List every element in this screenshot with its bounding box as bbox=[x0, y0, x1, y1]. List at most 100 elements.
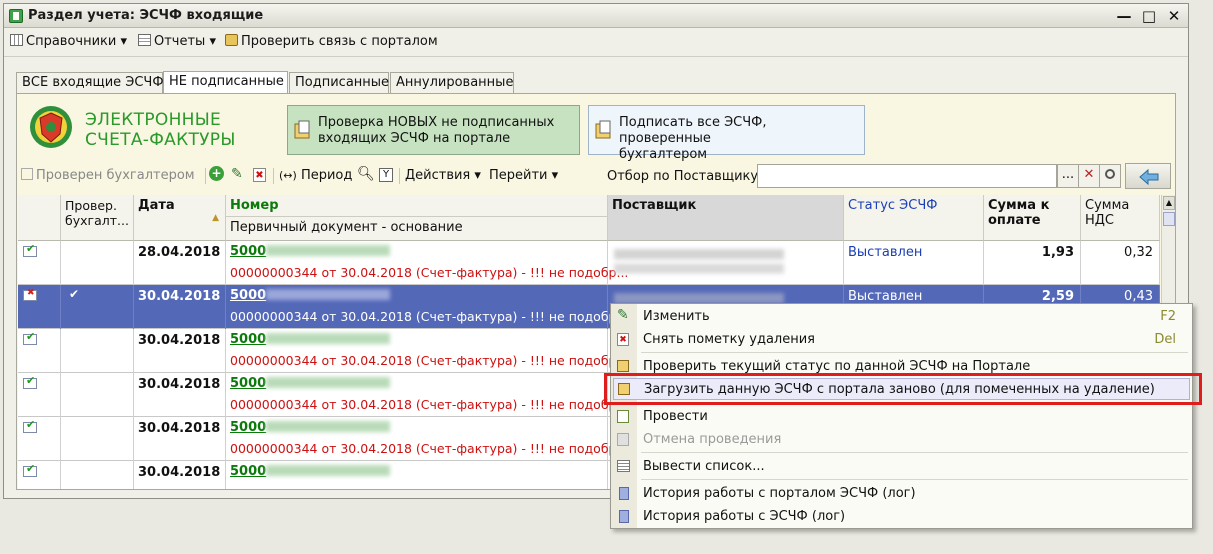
ctx-unpost[interactable]: Отмена проведения bbox=[611, 429, 1194, 451]
col-checked-header[interactable]: Провер. бухгалт... bbox=[61, 195, 134, 241]
checked-by-accountant-button[interactable]: Проверен бухгалтером bbox=[21, 168, 195, 183]
check-new-line1: Проверка НОВЫХ не подписанных bbox=[318, 115, 555, 130]
row-number-text: 5000 bbox=[230, 332, 267, 347]
toolbar-separator bbox=[205, 168, 206, 184]
menu-references-label: Справочники bbox=[26, 34, 117, 49]
row-supplier-redacted bbox=[614, 249, 784, 275]
filter-settings-button[interactable]: Y bbox=[379, 166, 393, 182]
tab-not-signed[interactable]: НЕ подписанные bbox=[163, 71, 288, 94]
tab-annulled[interactable]: Аннулированные bbox=[390, 72, 514, 93]
period-icon: (↔) bbox=[279, 169, 297, 182]
filter-search-button[interactable] bbox=[1099, 164, 1121, 188]
portal-check-icon bbox=[617, 360, 629, 372]
row-number-text: 5000 bbox=[230, 288, 267, 303]
ctx-separator bbox=[641, 479, 1188, 480]
row-number[interactable]: 5000 bbox=[230, 464, 391, 479]
triangle-up-icon: ▲ bbox=[1165, 198, 1173, 207]
portal-connection-icon bbox=[225, 34, 238, 46]
toolbar-separator bbox=[273, 168, 274, 184]
ctx-output-list-label: Вывести список... bbox=[643, 459, 765, 474]
filter-select-button[interactable]: ... bbox=[1057, 164, 1079, 188]
add-button[interactable]: + bbox=[209, 166, 224, 181]
col-number-label: Номер bbox=[226, 195, 607, 217]
col-status-header[interactable]: Статус ЭСЧФ bbox=[844, 195, 984, 241]
row-primary-doc: 00000000344 от 30.04.2018 (Счет-фактура)… bbox=[230, 353, 629, 368]
ctx-unmark-delete[interactable]: ✖ Снять пометку удаления Del bbox=[611, 329, 1194, 351]
minimize-button[interactable]: — bbox=[1114, 6, 1134, 26]
menu-reports[interactable]: Отчеты ▾ bbox=[138, 34, 216, 49]
row-date: 30.04.2018 bbox=[134, 373, 226, 417]
filter-clear-button[interactable]: ✕ bbox=[1078, 164, 1100, 188]
menu-reports-label: Отчеты bbox=[154, 34, 206, 49]
col-number-header[interactable]: Номер Первичный документ - основание bbox=[226, 195, 608, 241]
tab-all-incoming[interactable]: ВСЕ входящие ЭСЧФ bbox=[16, 72, 164, 93]
toolbar-separator bbox=[399, 168, 400, 184]
row-date: 30.04.2018 bbox=[134, 285, 226, 329]
table-row[interactable]: 28.04.2018 5000 00000000344 от 30.04.201… bbox=[18, 241, 1160, 285]
row-number[interactable]: 5000 bbox=[230, 244, 391, 259]
row-number[interactable]: 5000 bbox=[230, 332, 391, 347]
mark-delete-button[interactable]: ✖ bbox=[253, 167, 266, 182]
row-number[interactable]: 5000 bbox=[230, 420, 391, 435]
maximize-button[interactable]: □ bbox=[1139, 6, 1159, 26]
invoice-status-icon bbox=[23, 418, 37, 433]
portal-check-icon bbox=[294, 120, 310, 139]
grid-toolbar: Проверен бухгалтером + ✎ ✖ (↔) Период 🔍︎… bbox=[17, 162, 1175, 190]
sign-all-line2: бухгалтером bbox=[619, 147, 708, 162]
close-button[interactable]: ✕ bbox=[1164, 6, 1184, 26]
delete-mark-icon: ✖ bbox=[617, 333, 629, 346]
menu-references[interactable]: Справочники ▾ bbox=[10, 34, 127, 49]
row-number[interactable]: 5000 bbox=[230, 288, 391, 303]
sign-all-button[interactable]: Подписать все ЭСЧФ, проверенные бухгалте… bbox=[588, 105, 865, 162]
col-vat-header[interactable]: Сумма НДС bbox=[1081, 195, 1160, 241]
row-number[interactable]: 5000 bbox=[230, 376, 391, 391]
col-date-header[interactable]: Дата ▲ bbox=[134, 195, 226, 241]
row-status: Выставлен bbox=[844, 241, 984, 285]
scroll-up-button[interactable]: ▲ bbox=[1163, 196, 1175, 210]
row-amount: 1,93 bbox=[984, 241, 1081, 285]
report-icon bbox=[138, 34, 151, 46]
ctx-unmark-delete-label: Снять пометку удаления bbox=[643, 332, 815, 347]
ctx-edit[interactable]: ✎ Изменить F2 bbox=[611, 306, 1194, 328]
sign-all-line1: Подписать все ЭСЧФ, проверенные bbox=[619, 115, 767, 146]
check-new-line2: входящих ЭСЧФ на портале bbox=[318, 131, 511, 146]
ctx-separator bbox=[641, 452, 1188, 453]
ctx-unpost-label: Отмена проведения bbox=[643, 432, 782, 447]
logo-text: ЭЛЕКТРОННЫЕ СЧЕТА-ФАКТУРЫ bbox=[85, 110, 236, 150]
ctx-portal-log-label: История работы с порталом ЭСЧФ (лог) bbox=[643, 486, 916, 501]
list-output-icon bbox=[617, 460, 630, 472]
row-primary-doc: 00000000344 от 30.04.2018 (Счет-фактура)… bbox=[230, 265, 629, 280]
ctx-portal-log[interactable]: История работы с порталом ЭСЧФ (лог) bbox=[611, 483, 1194, 505]
period-button[interactable]: (↔) Период bbox=[279, 168, 352, 183]
title-bar: Раздел учета: ЭСЧФ входящие — □ ✕ bbox=[4, 4, 1188, 28]
goto-label: Перейти bbox=[489, 168, 548, 183]
edit-button[interactable]: ✎ bbox=[231, 166, 243, 182]
ctx-post-label: Провести bbox=[643, 409, 708, 424]
actions-menu[interactable]: Действия ▾ bbox=[405, 168, 481, 183]
checked-by-accountant-label: Проверен бухгалтером bbox=[36, 168, 195, 183]
col-date-label: Дата bbox=[138, 198, 175, 213]
invoice-status-icon bbox=[23, 242, 37, 257]
col-supplier-header[interactable]: Поставщик bbox=[608, 195, 844, 241]
goto-menu[interactable]: Перейти ▾ bbox=[489, 168, 558, 183]
logo-line2: СЧЕТА-ФАКТУРЫ bbox=[85, 130, 236, 150]
menu-bar: Справочники ▾ Отчеты ▾ Проверить связь с… bbox=[4, 29, 1188, 57]
col-amount-header[interactable]: Сумма к оплате bbox=[984, 195, 1081, 241]
ctx-post[interactable]: Провести bbox=[611, 406, 1194, 428]
find-button[interactable]: 🔍︎ bbox=[357, 166, 375, 182]
row-primary-doc: 00000000344 от 30.04.2018 (Счет-фактура)… bbox=[230, 441, 629, 456]
ctx-output-list[interactable]: Вывести список... bbox=[611, 456, 1194, 478]
search-icon bbox=[1105, 169, 1115, 179]
invoice-status-icon bbox=[23, 462, 37, 477]
menu-check-connection[interactable]: Проверить связь с порталом bbox=[225, 34, 438, 49]
row-number-text: 5000 bbox=[230, 464, 267, 479]
scroll-thumb[interactable] bbox=[1163, 212, 1175, 226]
ctx-invoice-log-label: История работы с ЭСЧФ (лог) bbox=[643, 509, 846, 524]
window-title: Раздел учета: ЭСЧФ входящие bbox=[28, 8, 264, 23]
filter-supplier-input[interactable] bbox=[757, 164, 1057, 188]
back-button[interactable] bbox=[1125, 163, 1171, 189]
tab-signed[interactable]: Подписанные bbox=[289, 72, 389, 93]
check-new-button[interactable]: Проверка НОВЫХ не подписанных входящих Э… bbox=[287, 105, 580, 155]
ctx-edit-label: Изменить bbox=[643, 309, 710, 324]
ctx-invoice-log[interactable]: История работы с ЭСЧФ (лог) bbox=[611, 506, 1194, 528]
